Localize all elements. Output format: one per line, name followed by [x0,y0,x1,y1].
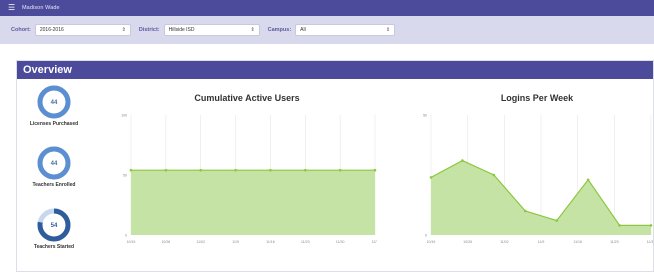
data-point [492,173,496,177]
donut-chart: 44 [37,146,71,180]
x-tick-label: 10/19 [427,240,436,244]
campus-select[interactable]: All ⇕ [295,24,396,36]
donut-teachers-enrolled: 44 Teachers Enrolled [24,146,84,188]
data-point [649,224,653,227]
filter-bar: Cohort: 2016-2016 ⇕ District: Hillside I… [0,16,654,44]
dropdown-arrows-icon: ⇕ [385,27,391,33]
cumulative-active-users-chart: 100 50 010/19 10/26 11/02 11/9 11/16 11/23 11/30… [121,114,377,245]
campus-value: All [300,27,306,33]
data-point [586,178,590,182]
donut-label: Teachers Enrolled [32,182,76,188]
x-tick-label: 11/30 [336,240,345,244]
data-point [555,219,559,222]
x-tick-label: 12/7 [372,240,377,244]
y-tick-label: 100 [121,114,127,118]
donut-value: 54 [51,223,58,229]
data-point [234,168,237,172]
x-tick-label: 11/30 [647,240,653,244]
donut-chart: 44 [37,85,71,119]
data-point [523,209,527,213]
area-fill [131,170,375,235]
x-tick-label: 11/23 [301,240,310,244]
data-point [129,168,133,172]
y-tick-label: 50 [123,174,127,178]
chart-title-cumulative-active-users: Cumulative Active Users [194,93,300,103]
donut-value: 44 [51,100,58,106]
donut-label: Teachers Started [33,244,75,250]
logins-per-week-chart: 50 010/19 10/26 11/02 11/9 11/16 11/23 11/30 [423,114,653,245]
user-name[interactable]: Madison Wade [22,5,60,11]
campus-label: Campus: [267,27,292,33]
x-tick-label: 11/02 [196,240,205,244]
x-tick-label: 11/9 [232,240,239,244]
data-point [164,168,168,172]
data-point [303,168,307,172]
x-tick-label: 10/26 [161,240,170,244]
donut-chart: 54 [37,208,71,242]
donut-value: 44 [51,161,58,167]
dropdown-arrows-icon: ⇕ [250,27,255,33]
overview-panel: Overview 44 Licenses Purchased 44 Teache… [16,60,654,272]
data-point [461,159,464,162]
x-tick-label: 11/16 [266,240,275,244]
x-tick-label: 11/02 [500,240,509,244]
data-point [429,176,433,179]
data-point [269,168,272,172]
top-bar: ☰ Madison Wade [0,0,654,16]
x-tick-label: 11/23 [610,240,619,244]
district-label: District: [138,27,160,33]
donut-teachers-started: 54 Teachers Started [24,208,84,250]
cohort-select[interactable]: 2016-2016 ⇕ [34,24,131,36]
x-tick-label: 10/19 [127,240,136,244]
y-tick-label: 50 [423,114,427,118]
donut-licenses-purchased: 44 Licenses Purchased [24,85,84,127]
menu-icon[interactable]: ☰ [8,4,18,12]
district-value: Hillside ISD [168,27,195,33]
y-tick-label: 0 [125,234,127,238]
x-tick-label: 11/16 [573,240,582,244]
chart-title-logins-per-week: Logins Per Week [500,93,574,103]
overview-title: Overview [17,61,653,79]
y-tick-label: 0 [425,234,427,238]
dropdown-arrows-icon: ⇕ [121,27,126,33]
data-point [338,168,342,172]
cohort-value: 2016-2016 [39,27,64,33]
district-select[interactable]: Hillside ISD ⇕ [163,24,260,36]
data-point [199,168,203,172]
x-tick-label: 11/9 [538,240,545,244]
data-point [618,224,621,227]
donut-label: Licenses Purchased [29,121,79,127]
data-point [373,168,377,172]
cohort-label: Cohort: [11,27,31,33]
x-tick-label: 10/26 [463,240,472,244]
